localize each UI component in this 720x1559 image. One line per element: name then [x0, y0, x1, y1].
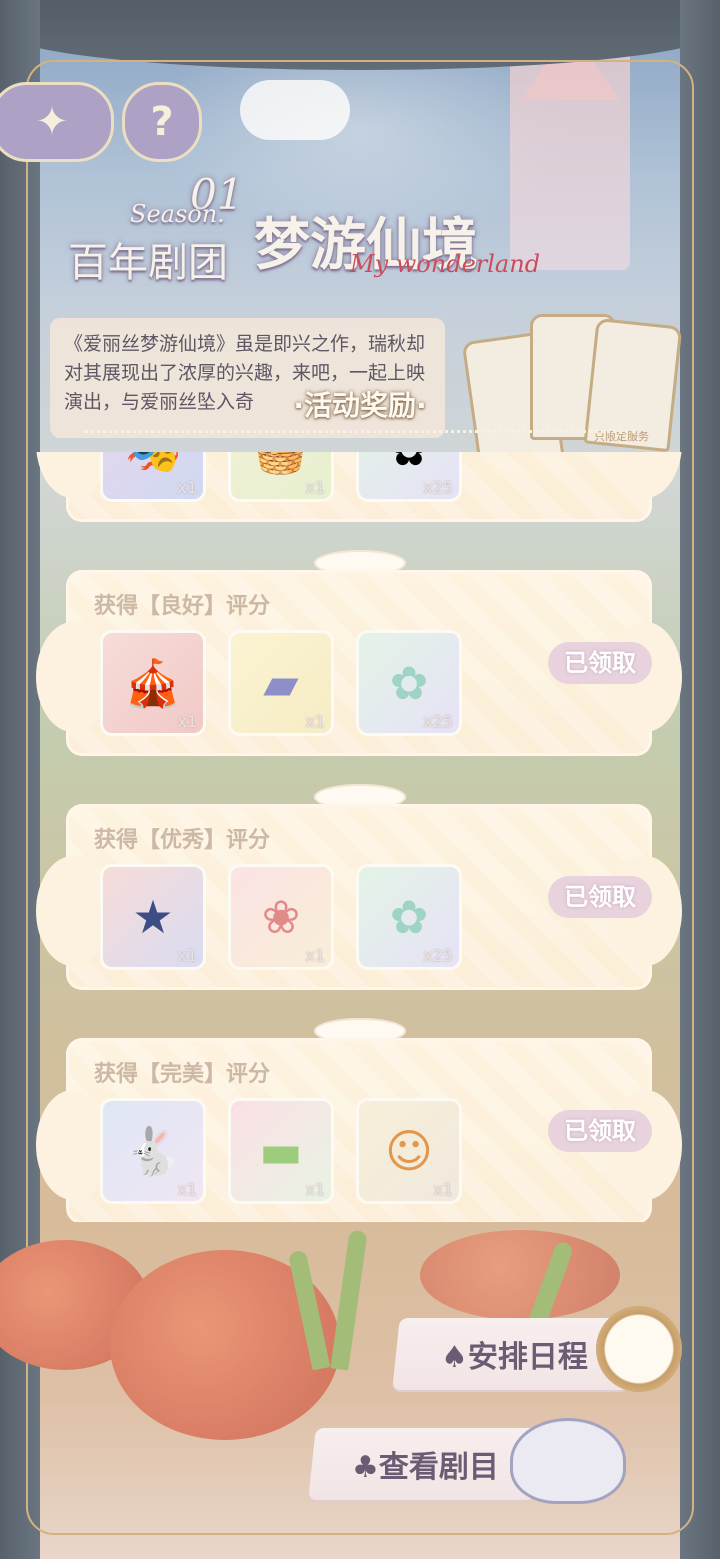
item-qty: x1 — [305, 478, 325, 497]
schedule-label: ♠安排日程 — [440, 1340, 588, 1375]
reward-item[interactable]: ▰ x1 — [228, 630, 334, 736]
night-stage-icon: ★ — [132, 890, 174, 944]
outfit-tags: 只限定服务 — [461, 300, 690, 468]
item-qty: x25 — [423, 712, 453, 731]
reward-item[interactable]: ☺ x1 — [356, 1098, 462, 1204]
character-avatar-icon: ☺ — [385, 1124, 433, 1178]
item-qty: x1 — [305, 946, 325, 965]
item-qty: x1 — [177, 1180, 197, 1199]
reward-item[interactable]: ▬ x1 — [228, 1098, 334, 1204]
event-english-name: My wonderland — [350, 250, 541, 278]
reward-item[interactable]: 🎪 x1 — [100, 630, 206, 736]
reward-item[interactable]: 🧺 x1 — [228, 452, 334, 502]
item-qty: x1 — [305, 712, 325, 731]
item-qty: x25 — [423, 946, 453, 965]
divider-ornament: ~♡~ — [339, 420, 381, 439]
reward-item[interactable]: 🎭 x1 — [100, 452, 206, 502]
row-title: 获得【优秀】评分 — [94, 828, 271, 853]
claimed-badge: 已领取 — [548, 1110, 652, 1152]
rainbow-star-icon: ✿ — [389, 890, 429, 944]
help-icon: ? — [150, 99, 174, 145]
reward-item[interactable]: ✿ x25 — [356, 452, 462, 502]
red-curtain-stage-icon: 🎪 — [124, 655, 182, 710]
view-play-button[interactable]: ♣查看剧目 — [308, 1428, 542, 1500]
reward-item[interactable]: ✿ x25 — [356, 864, 462, 970]
claimed-badge: 已领取 — [548, 876, 652, 918]
item-qty: x1 — [177, 478, 197, 497]
rabbit-painting-icon: 🐇 — [124, 1123, 182, 1178]
back-button[interactable]: ✦ — [0, 82, 114, 162]
reward-row: 🎭 x1 🧺 x1 ✿ x25 — [36, 452, 682, 522]
reward-item[interactable]: ★ x1 — [100, 864, 206, 970]
item-qty: x1 — [305, 1180, 325, 1199]
reward-item[interactable]: ✿ x25 — [356, 630, 462, 736]
reward-item[interactable]: ❀ x1 — [228, 864, 334, 970]
item-qty: x1 — [433, 1180, 453, 1199]
item-qty: x25 — [423, 478, 453, 497]
view-play-label: ♣查看剧目 — [351, 1450, 499, 1485]
rewards-title: ·活动奖励· — [293, 389, 427, 422]
season-word: Season. — [130, 200, 225, 228]
reward-list[interactable]: 🎭 x1 🧺 x1 ✿ x25 获得【良好】评分 🎪 x1 ▰ x1 ✿ x25… — [0, 452, 720, 1222]
row-title: 获得【完美】评分 — [94, 1062, 271, 1087]
reward-row: 获得【良好】评分 🎪 x1 ▰ x1 ✿ x25 已领取 — [36, 570, 682, 756]
mushroom — [420, 1230, 620, 1320]
help-button[interactable]: ? — [122, 82, 202, 162]
green-rug-icon: ▬ — [259, 1124, 303, 1178]
reward-row: 获得【完美】评分 🐇 x1 ▬ x1 ☺ x1 已领取 — [36, 1038, 682, 1222]
reward-item[interactable]: 🐇 x1 — [100, 1098, 206, 1204]
row-title: 获得【良好】评分 — [94, 594, 271, 619]
flying-carpet-icon: ▰ — [263, 656, 299, 710]
rainbow-star-icon: ✿ — [389, 656, 429, 710]
compass-star-icon: ✦ — [35, 99, 69, 145]
reward-row: 获得【优秀】评分 ★ x1 ❀ x1 ✿ x25 已领取 — [36, 804, 682, 990]
flower-frame-icon: ❀ — [261, 890, 301, 944]
pocket-watch-icon — [596, 1306, 682, 1392]
item-qty: x1 — [177, 712, 197, 731]
item-qty: x1 — [177, 946, 197, 965]
troupe-name: 百年剧团 — [68, 240, 228, 286]
claimed-badge: 已领取 — [548, 642, 652, 684]
teapot-icon — [510, 1418, 626, 1504]
